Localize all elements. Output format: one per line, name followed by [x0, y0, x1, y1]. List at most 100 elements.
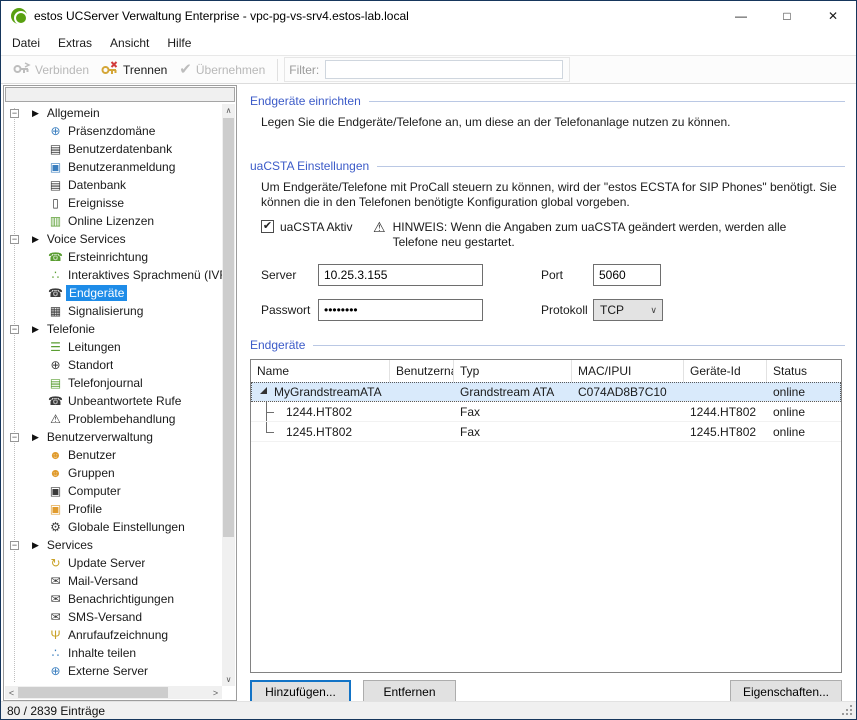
apply-button[interactable]: ✔ Übernehmen: [173, 59, 271, 80]
collapse-icon[interactable]: −: [10, 433, 19, 442]
column-header-status[interactable]: Status: [767, 360, 841, 382]
connect-label: Verbinden: [35, 63, 89, 77]
sidebar-item-label: Computer: [68, 484, 121, 498]
sidebar-item-ivr[interactable]: ∴Interaktives Sprachmenü (IVR: [5, 266, 222, 284]
sidebar-item-label: Ersteinrichtung: [68, 250, 148, 264]
sidebar-item-label: Update Server: [68, 556, 145, 570]
cell-type: Grandstream ATA: [454, 382, 572, 401]
table-row[interactable]: 1245.HT802 Fax 1245.HT802 online: [251, 422, 841, 442]
toolbar: Verbinden Trennen ✔ Übernehmen Filter:: [1, 55, 856, 84]
properties-button[interactable]: Eigenschaften...: [730, 680, 842, 701]
password-input[interactable]: [318, 299, 483, 321]
sidebar-item-telefonjournal[interactable]: ▤Telefonjournal: [5, 374, 222, 392]
table-row[interactable]: 1244.HT802 Fax 1244.HT802 online: [251, 402, 841, 422]
sidebar-item-unbeantwortete-rufe[interactable]: ☎Unbeantwortete Rufe: [5, 392, 222, 410]
sidebar-item-sms-versand[interactable]: ✉SMS-Versand: [5, 608, 222, 626]
horizontal-scroll-thumb[interactable]: [18, 687, 168, 698]
cell-type: Fax: [454, 402, 572, 421]
table-row-selected[interactable]: MyGrandstreamATA Grandstream ATA C074AD8…: [251, 382, 841, 402]
collapse-icon[interactable]: −: [10, 109, 19, 118]
port-input[interactable]: [593, 264, 661, 286]
sidebar-item-signalisierung[interactable]: ▦Signalisierung: [5, 302, 222, 320]
filter-label: Filter:: [289, 63, 319, 77]
mail-icon: ✉: [47, 575, 64, 587]
sidebar-item-globale-einstellungen[interactable]: ⚙Globale Einstellungen: [5, 518, 222, 536]
warning-icon: ⚠: [373, 220, 386, 250]
cell-status: online: [767, 422, 841, 441]
scroll-down-icon[interactable]: ∨: [222, 673, 235, 686]
resize-grip[interactable]: [850, 713, 852, 715]
maximize-button[interactable]: □: [764, 1, 810, 31]
sidebar-item-label: Voice Services: [47, 232, 126, 246]
window-controls: — □ ✕: [718, 1, 856, 31]
protocol-select[interactable]: TCP ∨: [593, 299, 663, 321]
sidebar-item-telefonie[interactable]: −▶Telefonie: [5, 320, 222, 338]
menu-extras[interactable]: Extras: [49, 33, 101, 53]
sidebar-item-label-selected: Endgeräte: [66, 285, 127, 301]
filter-input[interactable]: [325, 60, 563, 79]
uacsta-checkbox-group: ✔ uaCSTA Aktiv: [261, 220, 373, 250]
expanded-triangle-icon[interactable]: [260, 387, 267, 394]
server-input[interactable]: [318, 264, 483, 286]
sidebar-item-profile[interactable]: ▣Profile: [5, 500, 222, 518]
sidebar-item-allgemein[interactable]: −▶Allgemein: [5, 104, 222, 122]
disconnect-button[interactable]: Trennen: [95, 58, 173, 81]
sidebar-item-problembehandlung[interactable]: ⚠Problembehandlung: [5, 410, 222, 428]
scroll-left-icon[interactable]: <: [5, 686, 18, 699]
section-divider: [313, 345, 845, 346]
sidebar-item-ereignisse[interactable]: ▯Ereignisse: [5, 194, 222, 212]
scroll-right-icon[interactable]: >: [209, 686, 222, 699]
menu-datei[interactable]: Datei: [3, 33, 49, 53]
sidebar-item-benachrichtigungen[interactable]: ✉Benachrichtigungen: [5, 590, 222, 608]
scroll-up-icon[interactable]: ∧: [222, 104, 235, 117]
column-header-mac[interactable]: MAC/IPUI: [572, 360, 684, 382]
sidebar-item-leitungen[interactable]: ☰Leitungen: [5, 338, 222, 356]
collapse-icon[interactable]: −: [10, 235, 19, 244]
remove-button[interactable]: Entfernen: [363, 680, 456, 701]
collapse-icon[interactable]: −: [10, 541, 19, 550]
column-header-name[interactable]: Name: [251, 360, 390, 382]
uacsta-checkbox[interactable]: ✔: [261, 220, 274, 233]
table-buttons: Hinzufügen... Entfernen Eigenschaften...: [250, 680, 842, 701]
add-button[interactable]: Hinzufügen...: [250, 680, 351, 701]
sidebar-item-label: Allgemein: [47, 106, 100, 120]
menubar: Datei Extras Ansicht Hilfe: [1, 31, 856, 55]
port-label: Port: [541, 268, 593, 282]
sidebar-item-gruppen[interactable]: ☻Gruppen: [5, 464, 222, 482]
sidebar-item-computer[interactable]: ▣ Computer: [5, 482, 222, 500]
sidebar-item-benutzeranmeldung[interactable]: ▣Benutzeranmeldung: [5, 158, 222, 176]
tree-vertical-scrollbar[interactable]: ∧ ∨: [222, 104, 235, 686]
sidebar-item-datenbank[interactable]: ▤Datenbank: [5, 176, 222, 194]
sidebar-item-anrufaufzeichnung[interactable]: ΨAnrufaufzeichnung: [5, 626, 222, 644]
menu-hilfe[interactable]: Hilfe: [158, 33, 200, 53]
sidebar-item-voice-services[interactable]: −▶Voice Services: [5, 230, 222, 248]
sidebar-item-mail-versand[interactable]: ✉Mail-Versand: [5, 572, 222, 590]
computer-icon: ▣: [47, 485, 64, 497]
close-button[interactable]: ✕: [810, 1, 856, 31]
sidebar-item-standort[interactable]: ⊕Standort: [5, 356, 222, 374]
sidebar-item-endgeraete[interactable]: ☎Endgeräte: [5, 284, 222, 302]
column-header-type[interactable]: Typ: [454, 360, 572, 382]
sidebar-item-label: Interaktives Sprachmenü (IVR: [68, 268, 222, 282]
sidebar-item-ersteinrichtung[interactable]: ☎Ersteinrichtung: [5, 248, 222, 266]
sidebar-item-online-lizenzen[interactable]: ▥Online Lizenzen: [5, 212, 222, 230]
sidebar-item-inhalte-teilen[interactable]: ∴Inhalte teilen: [5, 644, 222, 662]
collapse-icon[interactable]: −: [10, 325, 19, 334]
vertical-scroll-thumb[interactable]: [223, 118, 234, 537]
sidebar-item-benutzerverwaltung[interactable]: −▶Benutzerverwaltung: [5, 428, 222, 446]
sidebar-item-benutzer[interactable]: ☻Benutzer: [5, 446, 222, 464]
menu-ansicht[interactable]: Ansicht: [101, 33, 158, 53]
tree-branch-icon: [266, 402, 277, 421]
tree-horizontal-scrollbar[interactable]: < >: [5, 686, 222, 699]
connect-button[interactable]: Verbinden: [7, 58, 95, 81]
minimize-button[interactable]: —: [718, 1, 764, 31]
sidebar-item-update-server[interactable]: ↻Update Server: [5, 554, 222, 572]
sidebar-item-services[interactable]: −▶Services: [5, 536, 222, 554]
sidebar-item-praesenzdomaene[interactable]: ⊕Präsenzdomäne: [5, 122, 222, 140]
column-header-username[interactable]: Benutzerna...: [390, 360, 454, 382]
table-header-row: Name Benutzerna... Typ MAC/IPUI Geräte-I…: [251, 360, 841, 382]
column-header-device-id[interactable]: Geräte-Id: [684, 360, 767, 382]
sidebar-item-label: Profile: [68, 502, 102, 516]
sidebar-item-benutzerdatenbank[interactable]: ▤Benutzerdatenbank: [5, 140, 222, 158]
sidebar-item-externe-server[interactable]: ⊕Externe Server: [5, 662, 222, 680]
